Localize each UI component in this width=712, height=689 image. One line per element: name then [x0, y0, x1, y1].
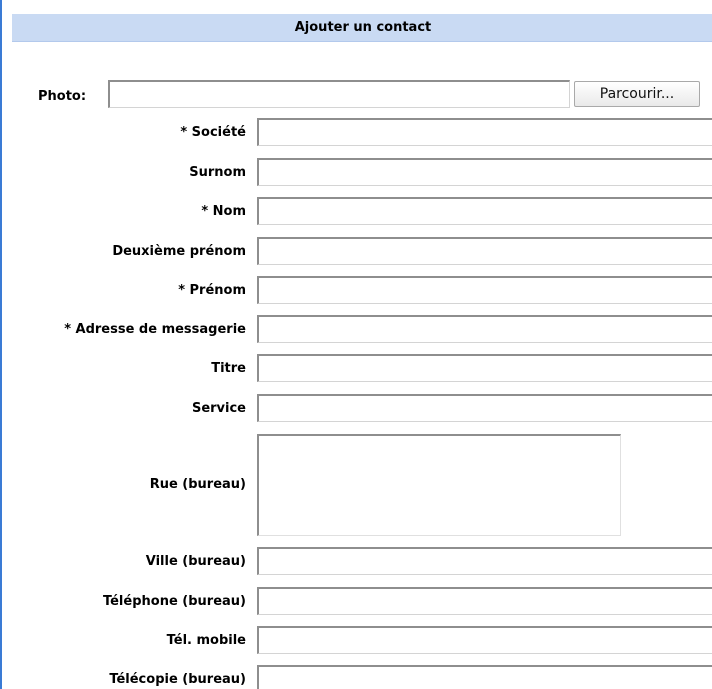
work-city-input[interactable] — [257, 547, 712, 575]
department-label: Service — [191, 401, 246, 416]
work-fax-label: Télécopie (bureau) — [109, 672, 246, 687]
company-input[interactable] — [257, 118, 712, 146]
work-phone-label: Téléphone (bureau) — [102, 594, 246, 609]
mobile-phone-input[interactable] — [257, 626, 712, 654]
first-name-input[interactable] — [257, 276, 712, 304]
work-city-label: Ville (bureau) — [145, 554, 246, 569]
nickname-input[interactable] — [257, 158, 712, 186]
company-label: * Société — [180, 125, 246, 140]
work-street-textarea[interactable] — [257, 434, 621, 536]
email-label: * Adresse de messagerie — [64, 322, 246, 337]
nickname-label: Surnom — [189, 165, 246, 180]
middle-name-input[interactable] — [257, 237, 712, 265]
title-input[interactable] — [257, 354, 712, 382]
department-input[interactable] — [257, 394, 712, 422]
work-fax-input[interactable] — [257, 665, 712, 689]
add-contact-form: Ajouter un contact Photo: Parcourir... *… — [0, 0, 712, 689]
work-street-label: Rue (bureau) — [149, 477, 246, 492]
last-name-label: * Nom — [201, 204, 246, 219]
last-name-input[interactable] — [257, 197, 712, 225]
middle-name-label: Deuxième prénom — [112, 244, 246, 259]
email-input[interactable] — [257, 315, 712, 343]
title-label: Titre — [211, 361, 246, 376]
form-title: Ajouter un contact — [12, 14, 712, 42]
browse-button[interactable]: Parcourir... — [574, 81, 700, 107]
photo-label: Photo: — [38, 89, 87, 104]
work-phone-input[interactable] — [257, 587, 712, 615]
mobile-phone-label: Tél. mobile — [166, 633, 246, 648]
first-name-label: * Prénom — [178, 283, 246, 298]
photo-file-input[interactable] — [108, 80, 570, 108]
